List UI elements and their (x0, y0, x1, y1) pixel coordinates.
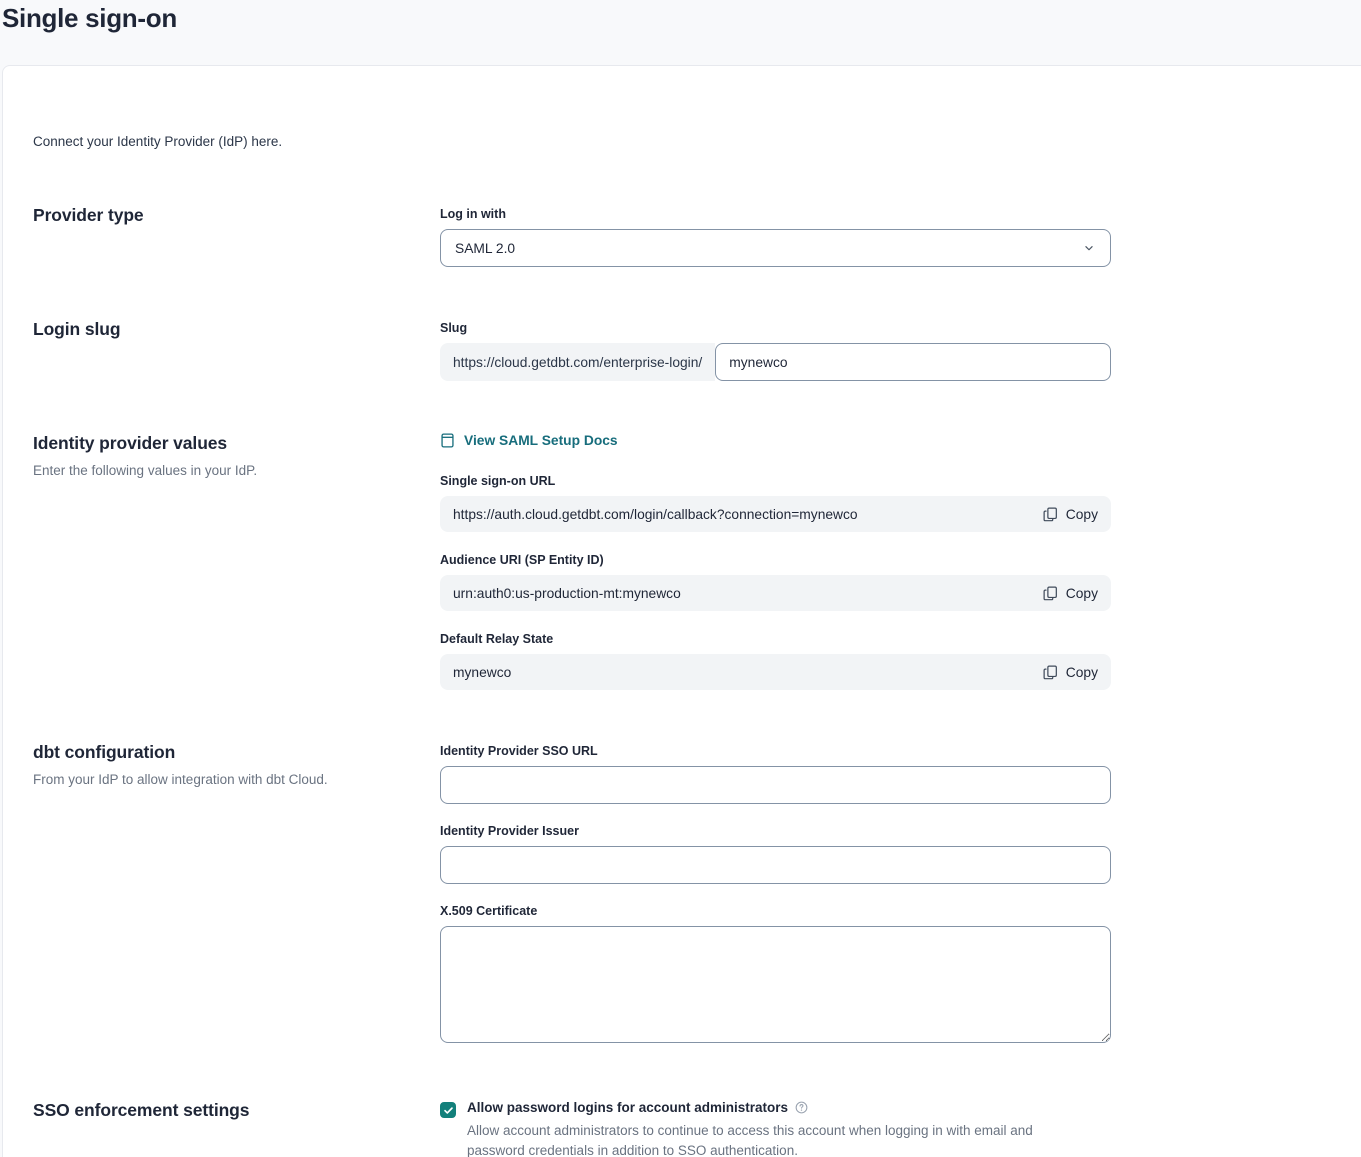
sso-url-label: Single sign-on URL (440, 472, 1111, 488)
login-slug-heading: Login slug (33, 319, 440, 340)
copy-button-label: Copy (1066, 586, 1098, 601)
idp-values-heading: Identity provider values (33, 433, 440, 454)
relay-state-value: mynewco (453, 665, 511, 680)
document-icon (440, 433, 455, 448)
section-sso-enforcement: SSO enforcement settings Allow password … (33, 1100, 1111, 1157)
copy-relay-state-button[interactable]: Copy (1043, 665, 1098, 680)
allow-password-logins-label: Allow password logins for account admini… (467, 1100, 788, 1115)
provider-type-heading: Provider type (33, 205, 440, 226)
sso-enforcement-heading: SSO enforcement settings (33, 1100, 440, 1121)
section-idp-values: Identity provider values Enter the follo… (33, 433, 1111, 690)
section-login-slug: Login slug Slug https://cloud.getdbt.com… (33, 319, 1111, 381)
idp-issuer-label: Identity Provider Issuer (440, 822, 1111, 838)
view-saml-docs-link[interactable]: View SAML Setup Docs (440, 433, 618, 448)
provider-type-selected-value: SAML 2.0 (455, 241, 515, 256)
x509-certificate-textarea[interactable] (440, 926, 1111, 1043)
relay-state-label: Default Relay State (440, 630, 1111, 646)
copy-button-label: Copy (1066, 665, 1098, 680)
idp-values-subheading: Enter the following values in your IdP. (33, 463, 440, 478)
allow-password-logins-description: Allow account administrators to continue… (467, 1121, 1087, 1157)
slug-input[interactable] (715, 343, 1111, 381)
audience-uri-label: Audience URI (SP Entity ID) (440, 551, 1111, 567)
idp-sso-url-label: Identity Provider SSO URL (440, 742, 1111, 758)
provider-type-select[interactable]: SAML 2.0 (440, 229, 1111, 267)
allow-password-logins-checkbox[interactable] (440, 1102, 456, 1118)
copy-button-label: Copy (1066, 507, 1098, 522)
view-saml-docs-label: View SAML Setup Docs (464, 433, 618, 448)
x509-certificate-label: X.509 Certificate (440, 902, 1111, 918)
slug-input-group: https://cloud.getdbt.com/enterprise-logi… (440, 343, 1111, 381)
idp-sso-url-input[interactable] (440, 766, 1111, 804)
help-icon[interactable] (795, 1101, 808, 1114)
copy-icon (1043, 665, 1058, 680)
section-dbt-configuration: dbt configuration From your IdP to allow… (33, 742, 1111, 1048)
sso-url-row: https://auth.cloud.getdbt.com/login/call… (440, 496, 1111, 532)
dbt-configuration-heading: dbt configuration (33, 742, 440, 763)
copy-icon (1043, 507, 1058, 522)
sso-url-value: https://auth.cloud.getdbt.com/login/call… (453, 507, 858, 522)
audience-uri-row: urn:auth0:us-production-mt:mynewco Copy (440, 575, 1111, 611)
log-in-with-label: Log in with (440, 205, 1111, 221)
copy-icon (1043, 586, 1058, 601)
section-provider-type: Provider type Log in with SAML 2.0 (33, 205, 1111, 267)
settings-card: Connect your Identity Provider (IdP) her… (2, 65, 1361, 1157)
idp-issuer-input[interactable] (440, 846, 1111, 884)
audience-uri-value: urn:auth0:us-production-mt:mynewco (453, 586, 681, 601)
relay-state-row: mynewco Copy (440, 654, 1111, 690)
intro-text: Connect your Identity Provider (IdP) her… (33, 66, 1111, 149)
copy-sso-url-button[interactable]: Copy (1043, 507, 1098, 522)
chevron-down-icon (1082, 241, 1096, 255)
page-header: Single sign-on (0, 0, 1361, 65)
dbt-configuration-subheading: From your IdP to allow integration with … (33, 772, 440, 787)
slug-url-prefix: https://cloud.getdbt.com/enterprise-logi… (440, 343, 715, 381)
page-title: Single sign-on (0, 0, 1361, 34)
slug-label: Slug (440, 319, 1111, 335)
copy-audience-uri-button[interactable]: Copy (1043, 586, 1098, 601)
